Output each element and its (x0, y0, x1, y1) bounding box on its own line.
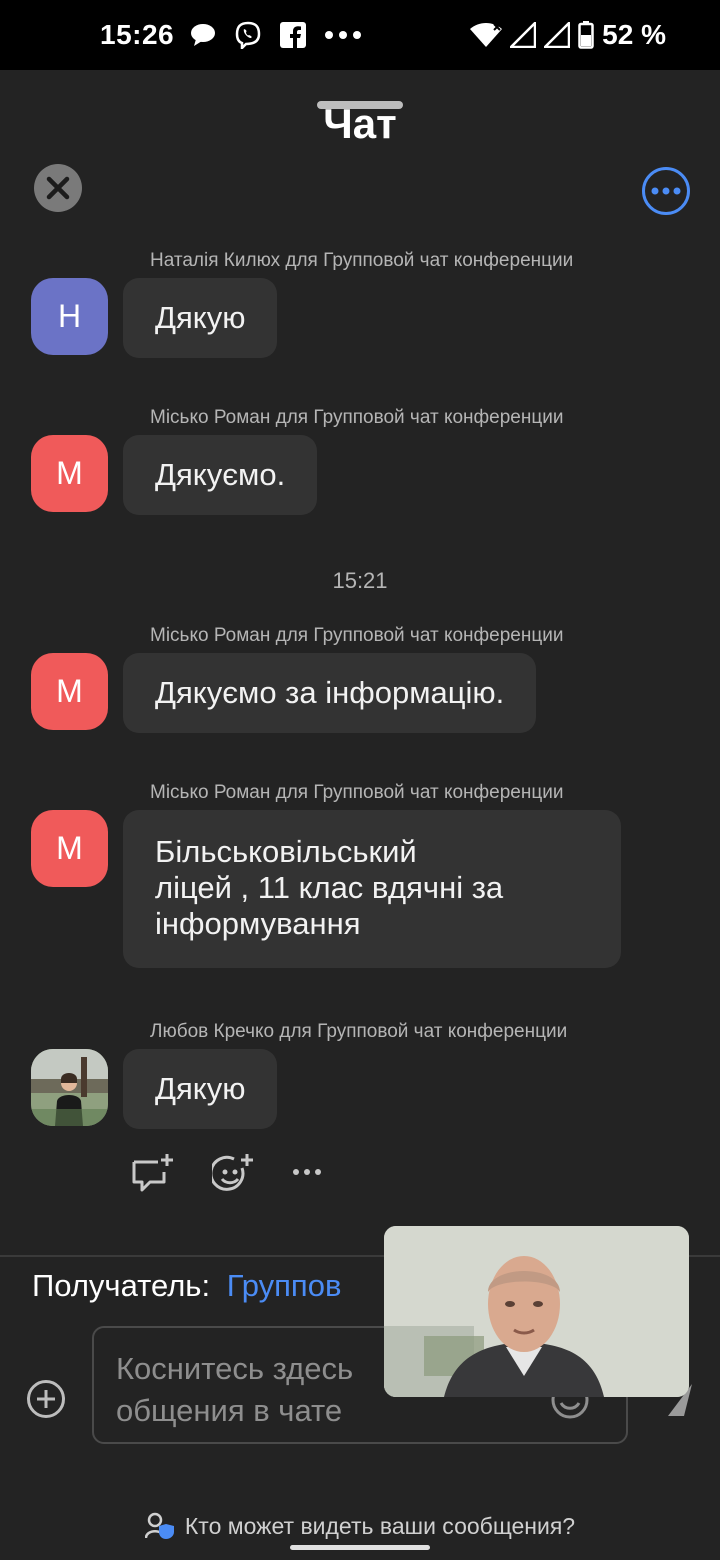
message-line: інформування (155, 906, 361, 941)
video-thumbnail[interactable] (384, 1226, 689, 1397)
battery-percent: 52 % (602, 19, 666, 50)
chat-header: Чат (0, 70, 720, 240)
system-indicators: 52 % (470, 19, 666, 51)
overflow-dots-icon (325, 31, 362, 39)
message-sender: Любов Кречко для Групповой чат конференц… (150, 1021, 568, 1042)
privacy-link[interactable]: Кто может видеть ваши сообщения? (0, 1512, 720, 1540)
plus-icon (37, 1390, 55, 1408)
message-bubble[interactable]: Дякуємо за інформацію. (123, 653, 537, 733)
more-options-icon (651, 187, 681, 195)
recipient-label: Получатель: (32, 1268, 211, 1303)
signal-icon (510, 22, 537, 48)
avatar-letter: М (56, 455, 83, 491)
message-list[interactable]: Наталія Килюх для Групповой чат конферен… (0, 240, 720, 1255)
status-time: 15:26 (100, 19, 175, 50)
more-dots-icon[interactable] (292, 1168, 322, 1176)
recipient-row[interactable]: Получатель: Группов (32, 1268, 341, 1304)
message-sender: Місько Роман для Групповой чат конференц… (150, 625, 564, 646)
signal-icon (544, 22, 571, 48)
recipient-selector[interactable]: Группов (227, 1268, 342, 1303)
user-shield-icon (144, 1512, 174, 1539)
timestamp: 15:21 (332, 568, 388, 593)
facebook-icon (280, 22, 307, 48)
message-sender: Місько Роман для Групповой чат конференц… (150, 782, 564, 803)
close-button[interactable] (34, 164, 82, 212)
profile-photo (31, 1049, 108, 1126)
avatar[interactable]: М (31, 810, 108, 887)
gesture-nav-bar[interactable] (290, 1545, 430, 1550)
message-actions (130, 1152, 322, 1192)
avatar-photo[interactable] (31, 1049, 108, 1126)
message-sender: Наталія Килюх для Групповой чат конферен… (150, 250, 574, 271)
wifi-icon (470, 23, 503, 47)
avatar-letter: М (56, 830, 83, 866)
avatar[interactable]: М (31, 435, 108, 512)
close-icon (46, 176, 70, 200)
chat-bubble-icon (191, 24, 216, 46)
message-bubble[interactable]: Дякую (123, 278, 278, 358)
message-bubble[interactable]: Більськовільський ліцей , 11 клас вдячні… (123, 810, 621, 968)
video-participant-image (384, 1226, 689, 1397)
message-sender: Місько Роман для Групповой чат конференц… (150, 407, 564, 428)
add-reaction-icon[interactable] (212, 1152, 256, 1192)
reply-icon[interactable] (130, 1152, 176, 1192)
avatar-letter: М (56, 673, 83, 709)
message-bubble[interactable]: Дякуємо. (123, 435, 318, 515)
message-bubble[interactable]: Дякую (123, 1049, 278, 1129)
notification-icons (190, 21, 362, 49)
viber-icon (235, 21, 261, 49)
drag-handle[interactable] (317, 101, 403, 109)
add-attachment-button[interactable] (27, 1380, 65, 1418)
more-options-button[interactable] (642, 167, 690, 215)
message-line: ліцей , 11 клас вдячні за (155, 870, 504, 905)
message-line: Більськовільський (155, 834, 417, 869)
avatar-letter: Н (57, 298, 82, 334)
status-bar: 15:26 52 % (0, 0, 720, 70)
privacy-text: Кто может видеть ваши сообщения? (184, 1512, 576, 1539)
avatar[interactable]: Н (31, 278, 108, 355)
avatar[interactable]: М (31, 653, 108, 730)
battery-icon (578, 21, 594, 49)
